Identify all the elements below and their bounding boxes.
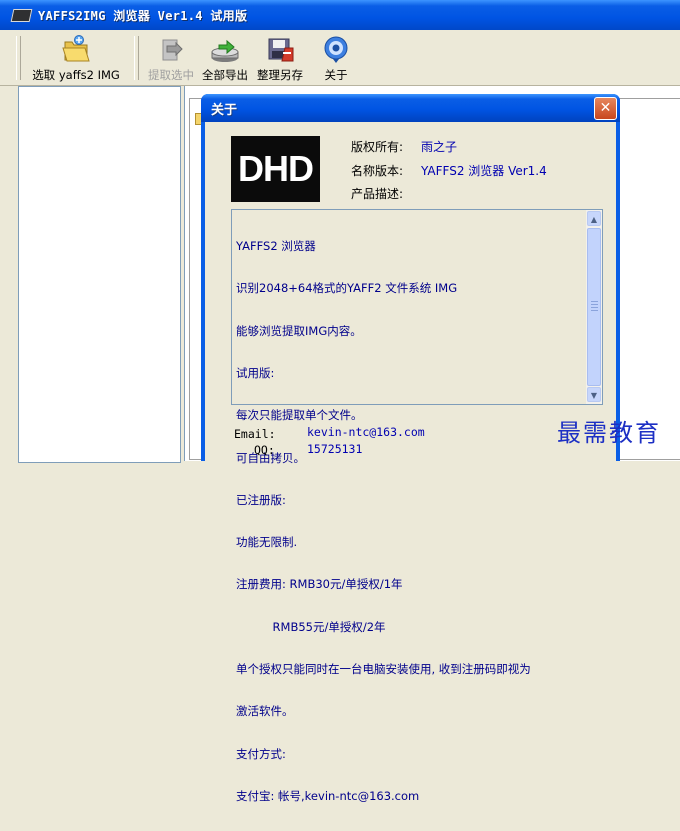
scroll-down-button[interactable]: ▼ xyxy=(587,387,601,402)
extract-icon xyxy=(154,34,188,62)
description-line: 可自由拷贝。 xyxy=(236,450,305,465)
description-line: YAFFS2 浏览器 xyxy=(236,239,316,254)
email-label: Email: xyxy=(234,427,276,441)
main-title-bar[interactable]: YAFFS2IMG 浏览器 Ver1.4 试用版 xyxy=(0,0,680,30)
folder-open-icon xyxy=(59,34,93,62)
description-scrollbar[interactable]: ▲ ▼ xyxy=(586,210,602,404)
description-line: 识别2048+64格式的YAFF2 文件系统 IMG xyxy=(236,281,458,296)
dhd-logo: DHD xyxy=(231,136,320,202)
export-all-button[interactable]: 全部导出 xyxy=(198,34,252,84)
copyright-label: 版权所有: xyxy=(351,140,404,154)
app-icon xyxy=(10,9,33,22)
select-img-label: 选取 yaffs2 IMG xyxy=(32,68,120,82)
description-line: 注册费用: RMB30元/单授权/1年 xyxy=(236,577,403,592)
description-line: 已注册版: xyxy=(236,492,286,507)
description-line: 试用版: xyxy=(236,366,275,381)
toolbar: 选取 yaffs2 IMG 提取选中 全部导出 整理另存 关于 xyxy=(0,30,680,86)
scroll-up-button[interactable]: ▲ xyxy=(587,211,601,226)
scroll-thumb[interactable] xyxy=(587,228,601,386)
export-all-icon xyxy=(208,34,242,62)
about-dialog-title-bar[interactable]: 关于 ✕ xyxy=(201,94,620,122)
about-dialog-title: 关于 xyxy=(211,103,238,118)
description-line: 能够浏览提取IMG内容。 xyxy=(236,323,362,338)
description-line: 激活软件。 xyxy=(236,704,294,719)
close-icon: ✕ xyxy=(599,100,612,116)
description-line: RMB55元/单授权/2年 xyxy=(236,619,386,634)
about-icon xyxy=(319,34,353,63)
description-label: 产品描述: xyxy=(351,187,404,201)
about-button[interactable]: 关于 xyxy=(314,34,358,84)
toolbar-grip[interactable] xyxy=(16,36,21,80)
description-line: 单个授权只能同时在一台电脑安装使用, 收到注册码即视为 xyxy=(236,662,531,676)
logo-text: DHD xyxy=(238,148,314,189)
save-as-button[interactable]: 整理另存 xyxy=(253,34,307,84)
watermark-text: 最需教育 xyxy=(557,419,661,447)
extract-selected-label: 提取选中 xyxy=(148,68,194,82)
version-label: 名称版本: xyxy=(351,164,404,178)
close-button[interactable]: ✕ xyxy=(594,97,617,120)
save-as-label: 整理另存 xyxy=(257,68,303,82)
copyright-value: 雨之子 xyxy=(421,140,458,154)
email-value[interactable]: kevin-ntc@163.com xyxy=(307,425,425,439)
description-line: 功能无限制. xyxy=(236,535,298,550)
about-dialog: 关于 ✕ DHD 版权所有: 雨之子 名称版本: YAFFS2 浏览器 Ver1… xyxy=(201,94,620,803)
description-text: YAFFS2 浏览器 识别2048+64格式的YAFF2 文件系统 IMG 能够… xyxy=(236,211,584,831)
toolbar-separator xyxy=(134,36,139,80)
description-textarea[interactable]: YAFFS2 浏览器 识别2048+64格式的YAFF2 文件系统 IMG 能够… xyxy=(231,209,603,803)
qq-value: 15725131 xyxy=(307,442,363,456)
description-line: 支付宝: 帐号,kevin-ntc@163.com xyxy=(236,788,420,803)
qq-label: QQ: xyxy=(254,443,275,457)
select-img-button[interactable]: 选取 yaffs2 IMG xyxy=(24,34,128,84)
description-line: 支付方式: xyxy=(236,746,286,761)
file-tree-pane[interactable] xyxy=(18,86,181,463)
extract-selected-button[interactable]: 提取选中 xyxy=(144,34,198,84)
window-title: YAFFS2IMG 浏览器 Ver1.4 试用版 xyxy=(38,9,248,23)
version-value: YAFFS2 浏览器 Ver1.4 xyxy=(421,164,547,178)
description-line: 每次只能提取单个文件。 xyxy=(236,408,363,423)
export-all-label: 全部导出 xyxy=(202,68,248,82)
about-label: 关于 xyxy=(324,68,348,82)
save-as-icon xyxy=(263,34,297,62)
about-dialog-body: DHD 版权所有: 雨之子 名称版本: YAFFS2 浏览器 Ver1.4 产品… xyxy=(205,122,616,803)
